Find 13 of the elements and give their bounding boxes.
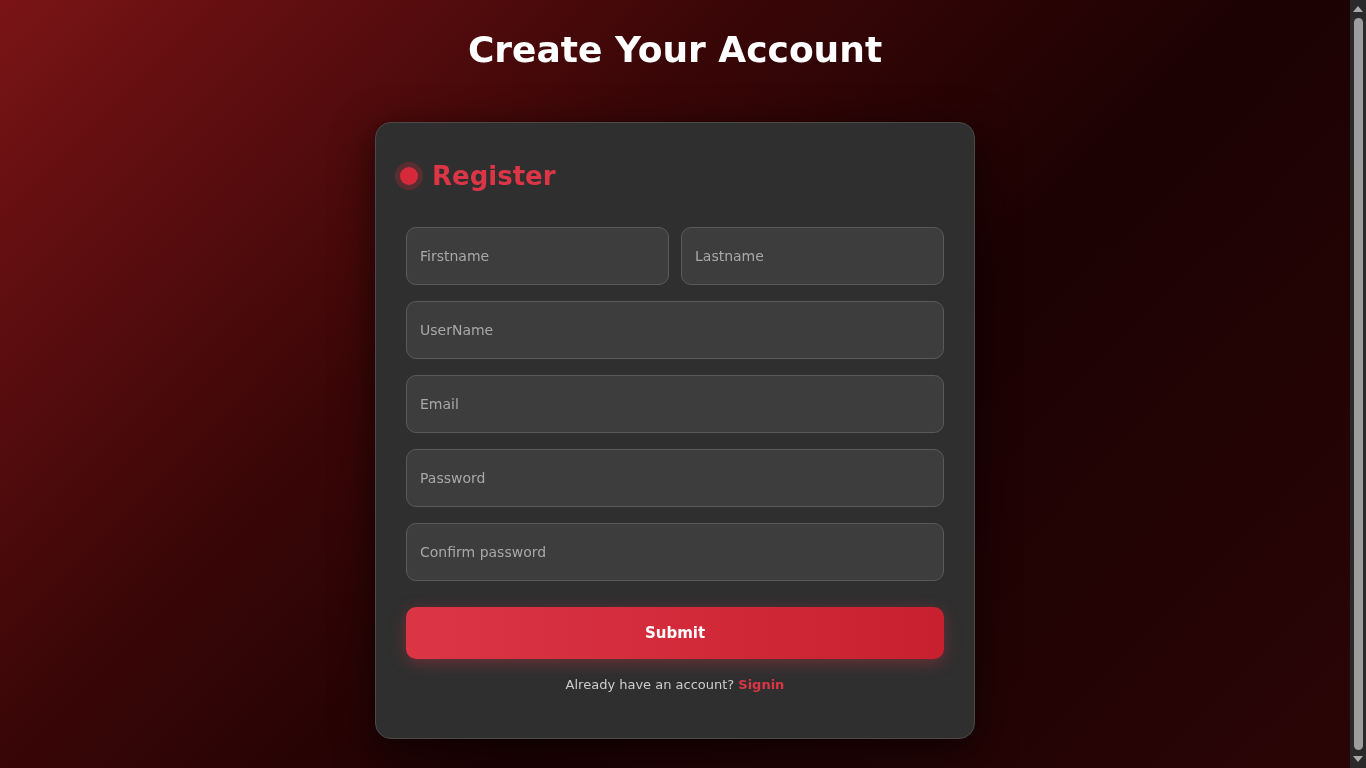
input-field[interactable]: Lastname: [681, 227, 944, 285]
scrollbar[interactable]: [1350, 0, 1366, 768]
input-field[interactable]: Password: [406, 449, 944, 507]
input-field[interactable]: Confirm password: [406, 523, 944, 581]
input-field[interactable]: UserName: [406, 301, 944, 359]
signin-link[interactable]: Signin: [738, 677, 785, 692]
page-title: Create Your Account: [467, 28, 883, 72]
form-title: Register: [432, 161, 556, 191]
submit-button[interactable]: Submit: [406, 607, 944, 659]
input-field[interactable]: Firstname: [406, 227, 669, 285]
dot-icon: [400, 167, 418, 185]
signin-prompt: Already have an account?: [565, 677, 735, 692]
input-field[interactable]: Email: [406, 375, 944, 433]
